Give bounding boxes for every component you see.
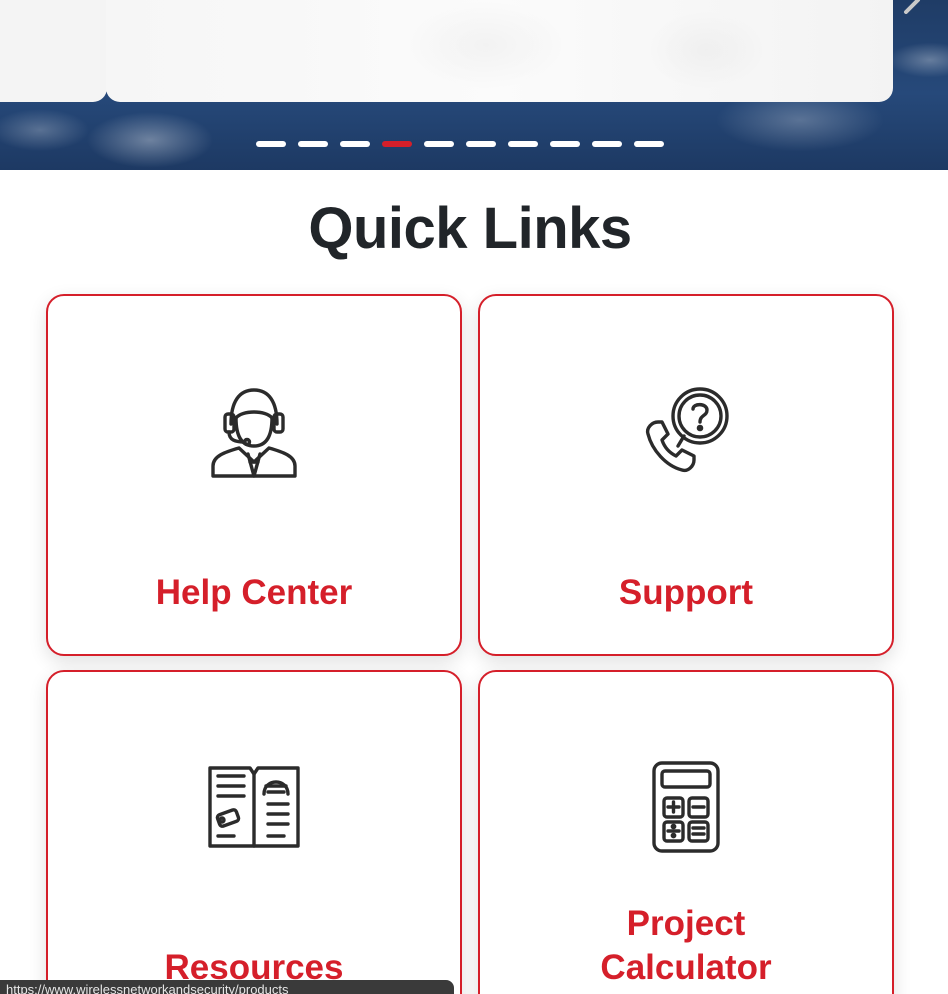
link-preview-status-bar: https://www.wirelessnetworkandsecurity/p…: [0, 980, 454, 994]
calculator-icon: [652, 761, 720, 853]
support-card[interactable]: Support: [478, 294, 894, 656]
carousel-indicator-3[interactable]: [340, 141, 370, 147]
current-slide[interactable]: [106, 0, 893, 102]
project-calculator-card[interactable]: Project Calculator: [478, 670, 894, 994]
carousel-indicator-7[interactable]: [508, 141, 538, 147]
help-center-card[interactable]: Help Center: [46, 294, 462, 656]
carousel-indicator-2[interactable]: [298, 141, 328, 147]
project-calculator-label[interactable]: Project Calculator: [480, 902, 892, 990]
phone-question-icon: [645, 387, 729, 473]
help-center-label[interactable]: Help Center: [48, 571, 460, 615]
hero-carousel[interactable]: [0, 0, 948, 170]
carousel-indicator-4[interactable]: [382, 141, 412, 147]
carousel-indicator-10[interactable]: [634, 141, 664, 147]
carousel-indicator-8[interactable]: [550, 141, 580, 147]
quick-links-title: Quick Links: [308, 196, 632, 261]
carousel-indicator-5[interactable]: [424, 141, 454, 147]
support-label[interactable]: Support: [480, 571, 892, 615]
resources-card[interactable]: Resources: [46, 670, 462, 994]
carousel-indicator-6[interactable]: [466, 141, 496, 147]
carousel-indicator-9[interactable]: [592, 141, 622, 147]
customer-service-agent-icon: [211, 388, 297, 478]
chevron-right-icon[interactable]: [900, 0, 924, 14]
carousel-indicator-1[interactable]: [256, 141, 286, 147]
carousel-indicators: [256, 141, 664, 147]
open-book-icon: [208, 766, 300, 848]
previous-slide-peek[interactable]: [0, 0, 107, 102]
